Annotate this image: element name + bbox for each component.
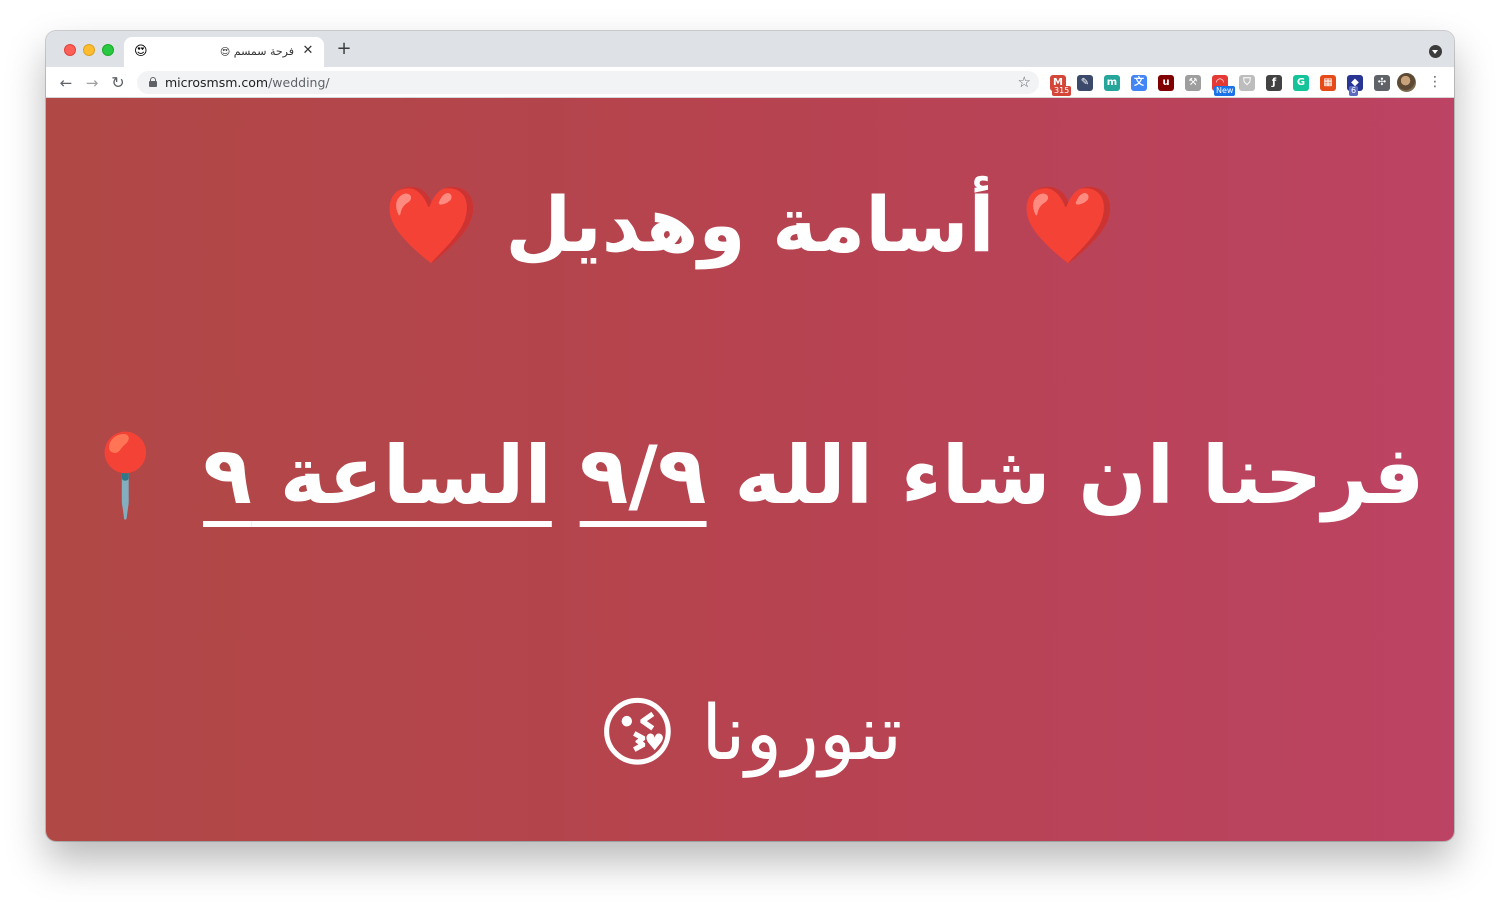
browser-menu-icon[interactable]: ⋮ [1428, 73, 1442, 91]
tab-title-text: فرحة سمسم [233, 45, 294, 58]
wedding-time: الساعة ٩ [203, 429, 552, 522]
lock-icon[interactable] [149, 77, 157, 87]
back-button[interactable]: ← [55, 72, 77, 94]
grammarly-extension-icon[interactable]: G [1293, 75, 1309, 91]
wedding-intro: فرحنا ان شاء الله [734, 429, 1425, 522]
m-extension-icon[interactable]: m [1104, 75, 1120, 91]
wedding-date: ٩/٩ [579, 429, 707, 522]
browser-window: 😍 فرحة سمسم 😍 ✕ + ← → ↻ microsmsm.com/we… [46, 31, 1454, 841]
puzzle-extension-icon[interactable]: ✣ [1374, 75, 1390, 91]
tool-extension-icon[interactable]: ⚒ [1185, 75, 1201, 91]
address-bar[interactable]: microsmsm.com/wedding/ ☆ [137, 71, 1039, 94]
couple-names-line: ❤️ أسامة وهديل ❤️ [46, 170, 1454, 280]
translate-extension-icon[interactable]: 文 [1131, 75, 1147, 91]
tab-favicon-icon: 😍 [134, 44, 148, 59]
extension-badge: 6 [1349, 86, 1359, 96]
tab-title: فرحة سمسم 😍 [220, 45, 294, 58]
wedding-date-line: فرحنا ان شاء الله ٩/٩ الساعة ٩ 📍 [46, 418, 1454, 534]
function-extension-icon[interactable]: ƒ [1266, 75, 1282, 91]
eyedropper-extension-icon[interactable]: ✎ [1077, 75, 1093, 91]
url-text[interactable]: microsmsm.com/wedding/ [165, 75, 330, 90]
grid-extension-icon[interactable]: ▦ [1320, 75, 1336, 91]
couple-names: أسامة وهديل [505, 180, 995, 269]
tab-search-icon[interactable] [1429, 45, 1442, 58]
close-window-button[interactable] [64, 44, 76, 56]
invitation-text: تنورونا [701, 688, 903, 777]
forward-button[interactable]: → [81, 72, 103, 94]
page-content: ❤️ أسامة وهديل ❤️ فرحنا ان شاء الله ٩/٩ … [46, 98, 1454, 841]
new-tab-button[interactable]: + [334, 39, 354, 59]
extension-badge: 315 [1052, 86, 1072, 96]
tab-close-icon[interactable]: ✕ [300, 43, 316, 59]
heart-icon: ❤️ [384, 180, 479, 269]
kiss-face-icon: 😘 [597, 688, 677, 777]
reload-button[interactable]: ↻ [107, 72, 129, 94]
url-path: /wedding/ [268, 75, 330, 90]
bookmark-star-icon[interactable]: ☆ [1018, 73, 1031, 91]
browser-toolbar: ← → ↻ microsmsm.com/wedding/ ☆ M 315 ✎ m 文 u ⚒… [46, 67, 1454, 98]
active-tab[interactable]: 😍 فرحة سمسم 😍 ✕ [124, 37, 324, 67]
pushpin-icon: 📍 [75, 429, 176, 522]
profile-avatar[interactable] [1397, 73, 1416, 92]
shield-extension-icon[interactable]: ⛉ [1239, 75, 1255, 91]
invitation-line: تنورونا 😘 [46, 678, 1454, 788]
extension-badge: New [1214, 86, 1236, 96]
maximize-window-button[interactable] [102, 44, 114, 56]
ublock-extension-icon[interactable]: u [1158, 75, 1174, 91]
tab-title-emoji: 😍 [219, 47, 231, 58]
heart-icon: ❤️ [1021, 180, 1116, 269]
minimize-window-button[interactable] [83, 44, 95, 56]
url-domain: microsmsm.com [165, 75, 269, 90]
tab-strip: 😍 فرحة سمسم 😍 ✕ + [46, 31, 1454, 67]
